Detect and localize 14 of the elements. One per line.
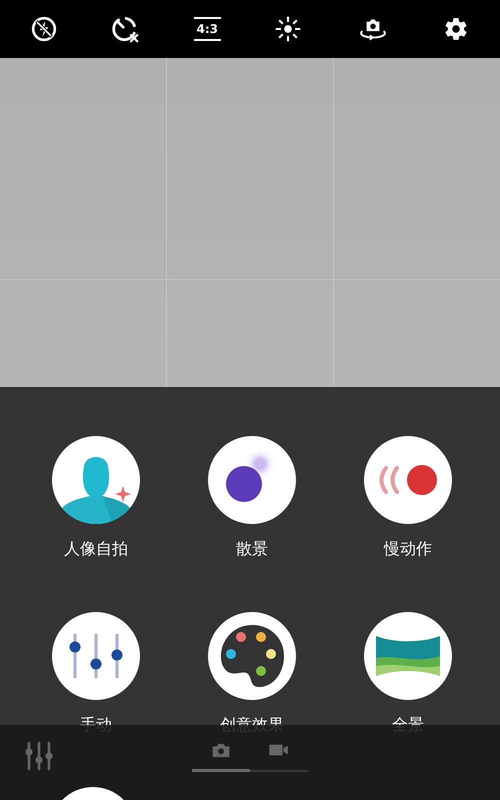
mode-label: 散景	[236, 540, 268, 558]
timer-off-icon[interactable]	[110, 14, 140, 44]
mode-label: 创意效果	[220, 716, 284, 734]
flash-off-icon[interactable]	[30, 16, 57, 42]
camera-icon	[211, 742, 231, 759]
settings-icon[interactable]	[443, 16, 470, 42]
video-camera-icon	[268, 742, 290, 758]
aspect-ratio-button[interactable]: 4:3	[194, 17, 222, 41]
sliders-icon[interactable]	[23, 740, 55, 772]
mode-label: 人像自拍	[64, 540, 128, 558]
mode-label: 慢动作	[384, 540, 432, 558]
mode-label: 手动	[80, 716, 112, 734]
mode-label: 全景	[392, 716, 424, 734]
brightness-icon[interactable]	[274, 15, 302, 43]
